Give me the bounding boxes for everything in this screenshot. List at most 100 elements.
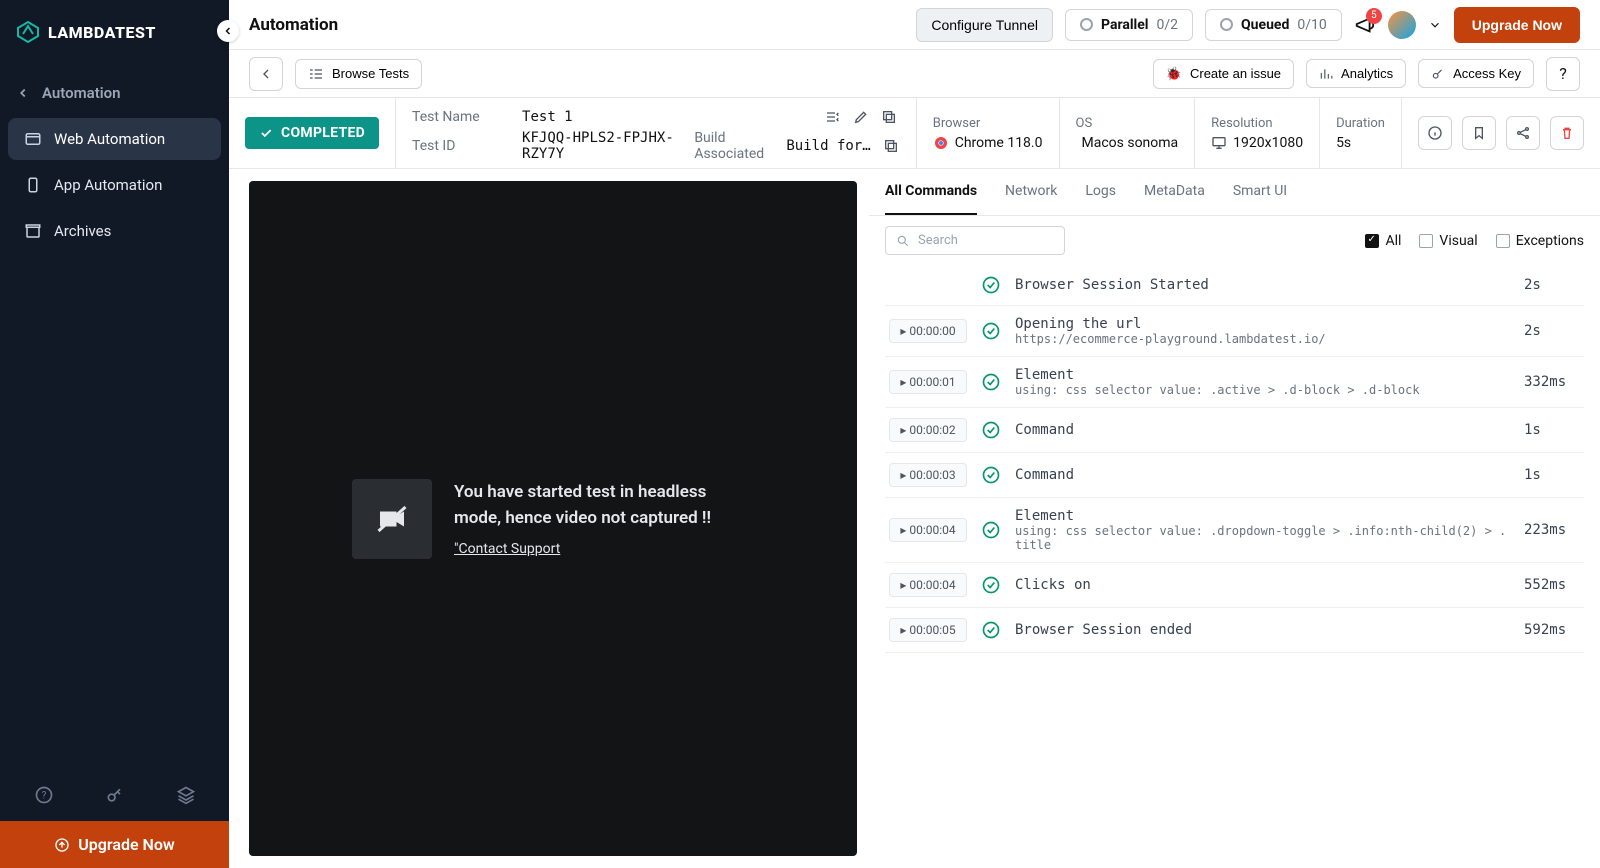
tab-metadata[interactable]: MetaData [1144, 169, 1205, 215]
brand-name: LAMBDATEST [48, 23, 156, 42]
toolbar: Browse Tests 🐞Create an issue Analytics … [229, 50, 1600, 98]
delete-button[interactable] [1550, 116, 1584, 150]
upgrade-button[interactable]: Upgrade Now [1454, 7, 1580, 43]
edit-icon[interactable] [850, 106, 872, 128]
command-time: ▸ 00:00:01 [889, 370, 967, 394]
create-issue-button[interactable]: 🐞Create an issue [1153, 59, 1294, 89]
filter-exceptions-checkbox[interactable]: Exceptions [1496, 233, 1584, 249]
access-key-button[interactable]: Access Key [1418, 59, 1534, 88]
layers-icon[interactable] [176, 785, 196, 805]
search-input[interactable]: Search [885, 226, 1065, 255]
main: Automation Configure Tunnel Parallel0/2 … [229, 0, 1600, 868]
check-circle-icon [981, 275, 1001, 295]
topbar: Automation Configure Tunnel Parallel0/2 … [229, 0, 1600, 50]
test-id-label: Test ID [412, 138, 512, 154]
command-time: ▸ 00:00:02 [889, 418, 967, 442]
share-icon [1515, 125, 1531, 141]
command-row[interactable]: ▸ 00:00:05Browser Session ended592ms [885, 608, 1584, 653]
monitor-icon [1211, 135, 1227, 151]
mobile-icon [24, 176, 42, 194]
command-list[interactable]: Browser Session Started 2s ▸ 00:00:00Openi… [869, 265, 1600, 868]
command-row[interactable]: ▸ 00:00:01 Elementusing: css selector val… [885, 357, 1584, 408]
avatar[interactable] [1388, 11, 1416, 39]
chevron-left-icon [16, 86, 30, 100]
queued-status[interactable]: Queued0/10 [1205, 9, 1342, 41]
help-icon[interactable]: ? [34, 785, 54, 805]
test-name-label: Test Name [412, 109, 512, 125]
check-circle-icon [981, 520, 1001, 540]
sidebar-bottom-tools: ? [0, 769, 229, 821]
chevron-left-icon [222, 25, 234, 37]
help-button[interactable]: ? [1546, 57, 1580, 91]
resolution-meta: Resolution 1920x1080 [1194, 98, 1319, 168]
chrome-icon [933, 135, 949, 151]
contact-support-link[interactable]: "Contact Support [454, 541, 560, 557]
check-icon [259, 126, 273, 140]
command-duration: 223ms [1524, 522, 1580, 538]
command-duration: 1s [1524, 422, 1580, 438]
tab-smart-ui[interactable]: Smart UI [1233, 169, 1287, 215]
configure-tunnel-button[interactable]: Configure Tunnel [916, 8, 1053, 42]
browser-icon [24, 130, 42, 148]
sidebar-upgrade-button[interactable]: Upgrade Now [0, 821, 229, 868]
check-circle-icon [981, 321, 1001, 341]
upgrade-icon [54, 837, 70, 853]
command-body: Clicks on [1015, 577, 1510, 593]
command-body: Command [1015, 467, 1510, 483]
sidebar-section-automation[interactable]: Automation [0, 72, 229, 114]
command-row[interactable]: ▸ 00:00:02Command1s [885, 408, 1584, 453]
browse-tests-button[interactable]: Browse Tests [295, 59, 422, 89]
list-settings-icon[interactable] [822, 106, 844, 128]
archive-icon [24, 222, 42, 240]
command-row[interactable]: ▸ 00:00:04Elementusing: css selector val… [885, 498, 1584, 563]
search-placeholder: Search [918, 233, 958, 248]
command-row[interactable]: ▸ 00:00:04Clicks on552ms [885, 563, 1584, 608]
copy-icon[interactable] [878, 106, 900, 128]
command-body: Elementusing: css selector value: .activ… [1015, 367, 1510, 397]
analytics-button[interactable]: Analytics [1306, 59, 1406, 88]
sidebar-item-app-automation[interactable]: App Automation [8, 164, 221, 206]
search-icon [896, 234, 910, 248]
check-circle-icon [981, 372, 1001, 392]
command-row[interactable]: ▸ 00:00:00Opening the urlhttps://ecommer… [885, 306, 1584, 357]
key-icon[interactable] [105, 785, 125, 805]
collapse-sidebar-button[interactable] [217, 20, 239, 42]
info-icon [1427, 125, 1443, 141]
status-badge: COMPLETED [245, 117, 379, 149]
notifications-button[interactable]: 5 [1354, 14, 1376, 36]
check-circle-icon [981, 575, 1001, 595]
command-time: ▸ 00:00:00 [889, 319, 967, 343]
filter-visual-checkbox[interactable]: Visual [1419, 233, 1477, 249]
command-body: Browser Session Started [1015, 277, 1510, 293]
back-button[interactable] [249, 57, 283, 91]
command-time: ▸ 00:00:04 [889, 573, 967, 597]
sidebar-item-archives[interactable]: Archives [8, 210, 221, 252]
chevron-down-icon[interactable] [1428, 18, 1442, 32]
video-pane: You have started test in headless mode, … [229, 169, 869, 868]
command-duration: 332ms [1524, 374, 1580, 390]
test-name-value: Test 1 [522, 109, 573, 125]
copy-build-icon[interactable] [882, 135, 899, 157]
parallel-status[interactable]: Parallel0/2 [1065, 9, 1193, 41]
no-video-icon [352, 479, 432, 559]
tab-all-commands[interactable]: All Commands [885, 169, 977, 215]
sidebar-item-web-automation[interactable]: Web Automation [8, 118, 221, 160]
browser-meta: Browser Chrome 118.0 [916, 98, 1059, 168]
trash-icon [1559, 125, 1575, 141]
command-row[interactable]: ▸ 00:00:03Command1s [885, 453, 1584, 498]
command-time: ▸ 00:00:03 [889, 463, 967, 487]
share-button[interactable] [1506, 116, 1540, 150]
filter-all-checkbox[interactable]: All [1365, 233, 1401, 249]
command-time: ▸ 00:00:05 [889, 618, 967, 642]
sidebar-item-label: Web Automation [54, 130, 165, 148]
command-duration: 2s [1524, 277, 1580, 293]
build-value: Build for He… [786, 138, 872, 154]
tab-logs[interactable]: Logs [1085, 169, 1116, 215]
command-body: Browser Session ended [1015, 622, 1510, 638]
bookmark-button[interactable] [1462, 116, 1496, 150]
tab-network[interactable]: Network [1005, 169, 1057, 215]
info-button[interactable] [1418, 116, 1452, 150]
command-time: ▸ 00:00:04 [889, 518, 967, 542]
bug-icon: 🐞 [1166, 66, 1182, 82]
command-row[interactable]: Browser Session Started 2s [885, 265, 1584, 306]
